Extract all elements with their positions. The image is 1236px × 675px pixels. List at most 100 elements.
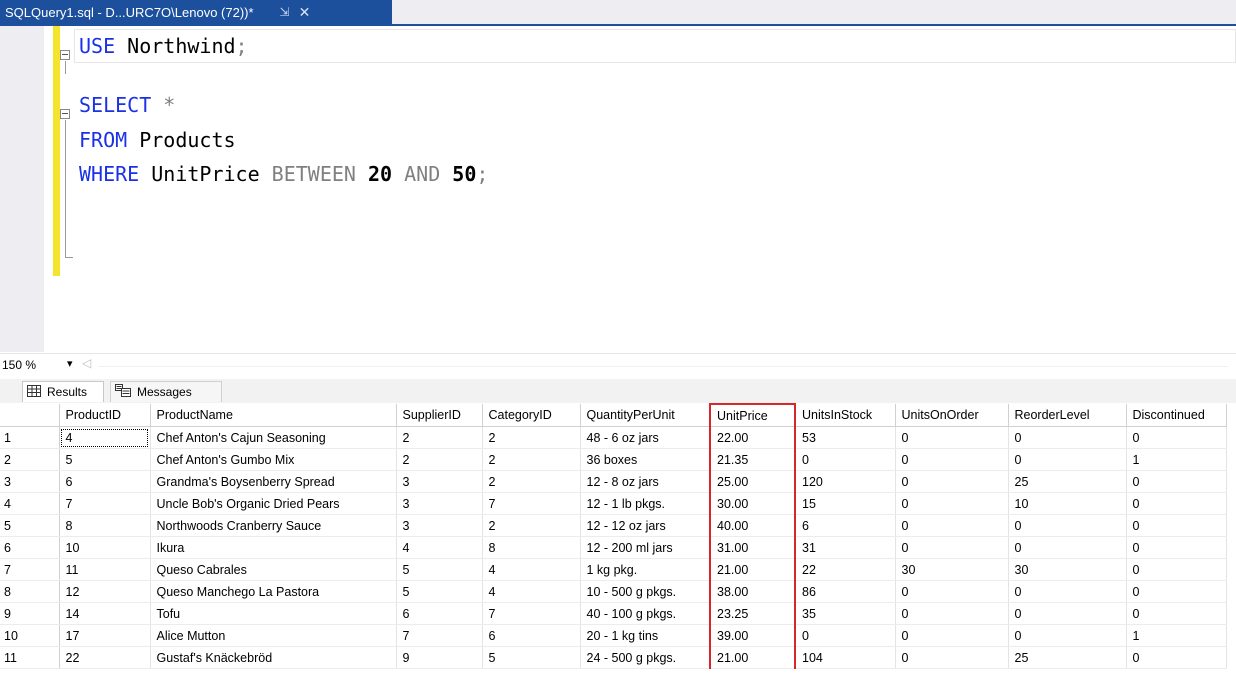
- row-number[interactable]: 5: [0, 514, 60, 537]
- column-header[interactable]: UnitsInStock: [795, 404, 896, 427]
- table-cell[interactable]: 10 - 500 g pkgs.: [580, 580, 711, 603]
- table-cell[interactable]: 0: [1126, 536, 1227, 559]
- table-cell[interactable]: Grandma's Boysenberry Spread: [150, 470, 397, 493]
- table-cell[interactable]: 12 - 12 oz jars: [580, 514, 711, 537]
- table-cell[interactable]: Chef Anton's Gumbo Mix: [150, 448, 397, 471]
- table-cell[interactable]: 4: [396, 536, 483, 559]
- table-row[interactable]: 10 17 Alice Mutton 7 6 20 - 1 kg tins 39.00 0 0 0…: [0, 624, 1227, 647]
- table-cell[interactable]: 30: [1008, 558, 1127, 581]
- table-cell[interactable]: 1 kg pkg.: [580, 558, 711, 581]
- column-header[interactable]: UnitsOnOrder: [895, 404, 1009, 427]
- table-cell[interactable]: 0: [1126, 646, 1227, 669]
- table-cell[interactable]: 12: [59, 580, 151, 603]
- table-cell[interactable]: 21.00: [709, 646, 796, 669]
- table-cell[interactable]: 25: [1008, 646, 1127, 669]
- table-cell[interactable]: 35: [795, 602, 896, 625]
- grid-corner[interactable]: [0, 404, 60, 427]
- table-cell[interactable]: 38.00: [709, 580, 796, 603]
- table-cell[interactable]: 2: [482, 514, 581, 537]
- table-cell[interactable]: 12 - 200 ml jars: [580, 536, 711, 559]
- table-cell[interactable]: 7: [59, 492, 151, 515]
- column-header[interactable]: SupplierID: [396, 404, 483, 427]
- table-cell[interactable]: 21.35: [709, 448, 796, 471]
- table-row[interactable]: 4 7 Uncle Bob's Organic Dried Pears 3 7 12 - …: [0, 492, 1227, 515]
- table-cell[interactable]: 1: [1126, 624, 1227, 647]
- table-cell[interactable]: 40.00: [709, 514, 796, 537]
- table-cell[interactable]: 6: [482, 624, 581, 647]
- table-cell[interactable]: 0: [895, 448, 1009, 471]
- table-cell[interactable]: 0: [895, 624, 1009, 647]
- table-cell[interactable]: 0: [1126, 514, 1227, 537]
- table-cell[interactable]: 0: [895, 492, 1009, 515]
- table-cell[interactable]: 53: [795, 426, 896, 449]
- table-cell[interactable]: Alice Mutton: [150, 624, 397, 647]
- table-cell[interactable]: 5: [396, 558, 483, 581]
- table-cell[interactable]: 8: [482, 536, 581, 559]
- table-cell[interactable]: 0: [1126, 602, 1227, 625]
- table-cell[interactable]: 8: [59, 514, 151, 537]
- table-cell[interactable]: 3: [396, 470, 483, 493]
- collapse-icon[interactable]: [60, 50, 70, 60]
- table-cell[interactable]: 25: [1008, 470, 1127, 493]
- table-cell[interactable]: Tofu: [150, 602, 397, 625]
- table-cell[interactable]: 6: [396, 602, 483, 625]
- row-number[interactable]: 8: [0, 580, 60, 603]
- table-cell[interactable]: 7: [482, 492, 581, 515]
- table-cell[interactable]: 2: [482, 470, 581, 493]
- table-cell[interactable]: 48 - 6 oz jars: [580, 426, 711, 449]
- table-cell[interactable]: 120: [795, 470, 896, 493]
- table-cell[interactable]: 0: [1008, 426, 1127, 449]
- table-cell[interactable]: 3: [396, 514, 483, 537]
- table-cell[interactable]: 6: [795, 514, 896, 537]
- table-cell[interactable]: 0: [795, 624, 896, 647]
- table-row[interactable]: 1 4 Chef Anton's Cajun Seasoning 2 2 48 - 6 o…: [0, 426, 1227, 449]
- table-cell[interactable]: 14: [59, 602, 151, 625]
- table-cell[interactable]: 0: [1126, 470, 1227, 493]
- table-cell[interactable]: 25.00: [709, 470, 796, 493]
- table-cell[interactable]: 0: [1126, 558, 1227, 581]
- table-cell[interactable]: 17: [59, 624, 151, 647]
- horizontal-scrollbar[interactable]: [98, 366, 1228, 367]
- table-cell[interactable]: 30.00: [709, 492, 796, 515]
- row-number[interactable]: 10: [0, 624, 60, 647]
- pin-icon[interactable]: ⇲: [280, 5, 290, 19]
- document-tab[interactable]: SQLQuery1.sql - D...URC7O\Lenovo (72))* …: [0, 0, 392, 24]
- row-number[interactable]: 7: [0, 558, 60, 581]
- table-cell[interactable]: 11: [59, 558, 151, 581]
- column-header-unitprice[interactable]: UnitPrice: [709, 403, 796, 427]
- code-line-5[interactable]: WHERE UnitPrice BETWEEN 20 AND 50;: [79, 159, 488, 189]
- table-cell[interactable]: 5: [396, 580, 483, 603]
- row-number[interactable]: 9: [0, 602, 60, 625]
- scroll-left-icon[interactable]: ◁: [82, 356, 91, 370]
- table-cell[interactable]: 40 - 100 g pkgs.: [580, 602, 711, 625]
- table-cell[interactable]: 31: [795, 536, 896, 559]
- table-cell[interactable]: 0: [1008, 536, 1127, 559]
- collapse-icon[interactable]: [60, 109, 70, 119]
- table-cell[interactable]: 10: [1008, 492, 1127, 515]
- zoom-level[interactable]: 150 %: [2, 358, 36, 372]
- table-cell[interactable]: 22: [59, 646, 151, 669]
- table-row[interactable]: 7 11 Queso Cabrales 5 4 1 kg pkg. 21.00 22 30 30 0: [0, 558, 1227, 581]
- row-number[interactable]: 1: [0, 426, 60, 449]
- table-cell[interactable]: 0: [1126, 492, 1227, 515]
- table-cell[interactable]: Gustaf's Knäckebröd: [150, 646, 397, 669]
- table-cell[interactable]: 2: [482, 448, 581, 471]
- table-cell[interactable]: Uncle Bob's Organic Dried Pears: [150, 492, 397, 515]
- table-cell[interactable]: 3: [396, 492, 483, 515]
- table-cell[interactable]: 9: [396, 646, 483, 669]
- table-row[interactable]: 2 5 Chef Anton's Gumbo Mix 2 2 36 boxes 21.35 0…: [0, 448, 1227, 471]
- table-cell[interactable]: 2: [396, 426, 483, 449]
- table-cell[interactable]: 39.00: [709, 624, 796, 647]
- table-cell[interactable]: Northwoods Cranberry Sauce: [150, 514, 397, 537]
- table-row[interactable]: 5 8 Northwoods Cranberry Sauce 3 2 12 - 12 oz…: [0, 514, 1227, 537]
- table-row[interactable]: 9 14 Tofu 6 7 40 - 100 g pkgs. 23.25 35 0 0 0: [0, 602, 1227, 625]
- table-row[interactable]: 8 12 Queso Manchego La Pastora 5 4 10 - 500 g…: [0, 580, 1227, 603]
- row-number[interactable]: 11: [0, 646, 60, 669]
- table-cell[interactable]: 6: [59, 470, 151, 493]
- column-header[interactable]: ProductName: [150, 404, 397, 427]
- table-cell[interactable]: 0: [1008, 624, 1127, 647]
- table-cell[interactable]: 0: [1008, 514, 1127, 537]
- table-cell[interactable]: 10: [59, 536, 151, 559]
- table-cell[interactable]: Queso Manchego La Pastora: [150, 580, 397, 603]
- code-line-3[interactable]: SELECT *: [79, 90, 175, 120]
